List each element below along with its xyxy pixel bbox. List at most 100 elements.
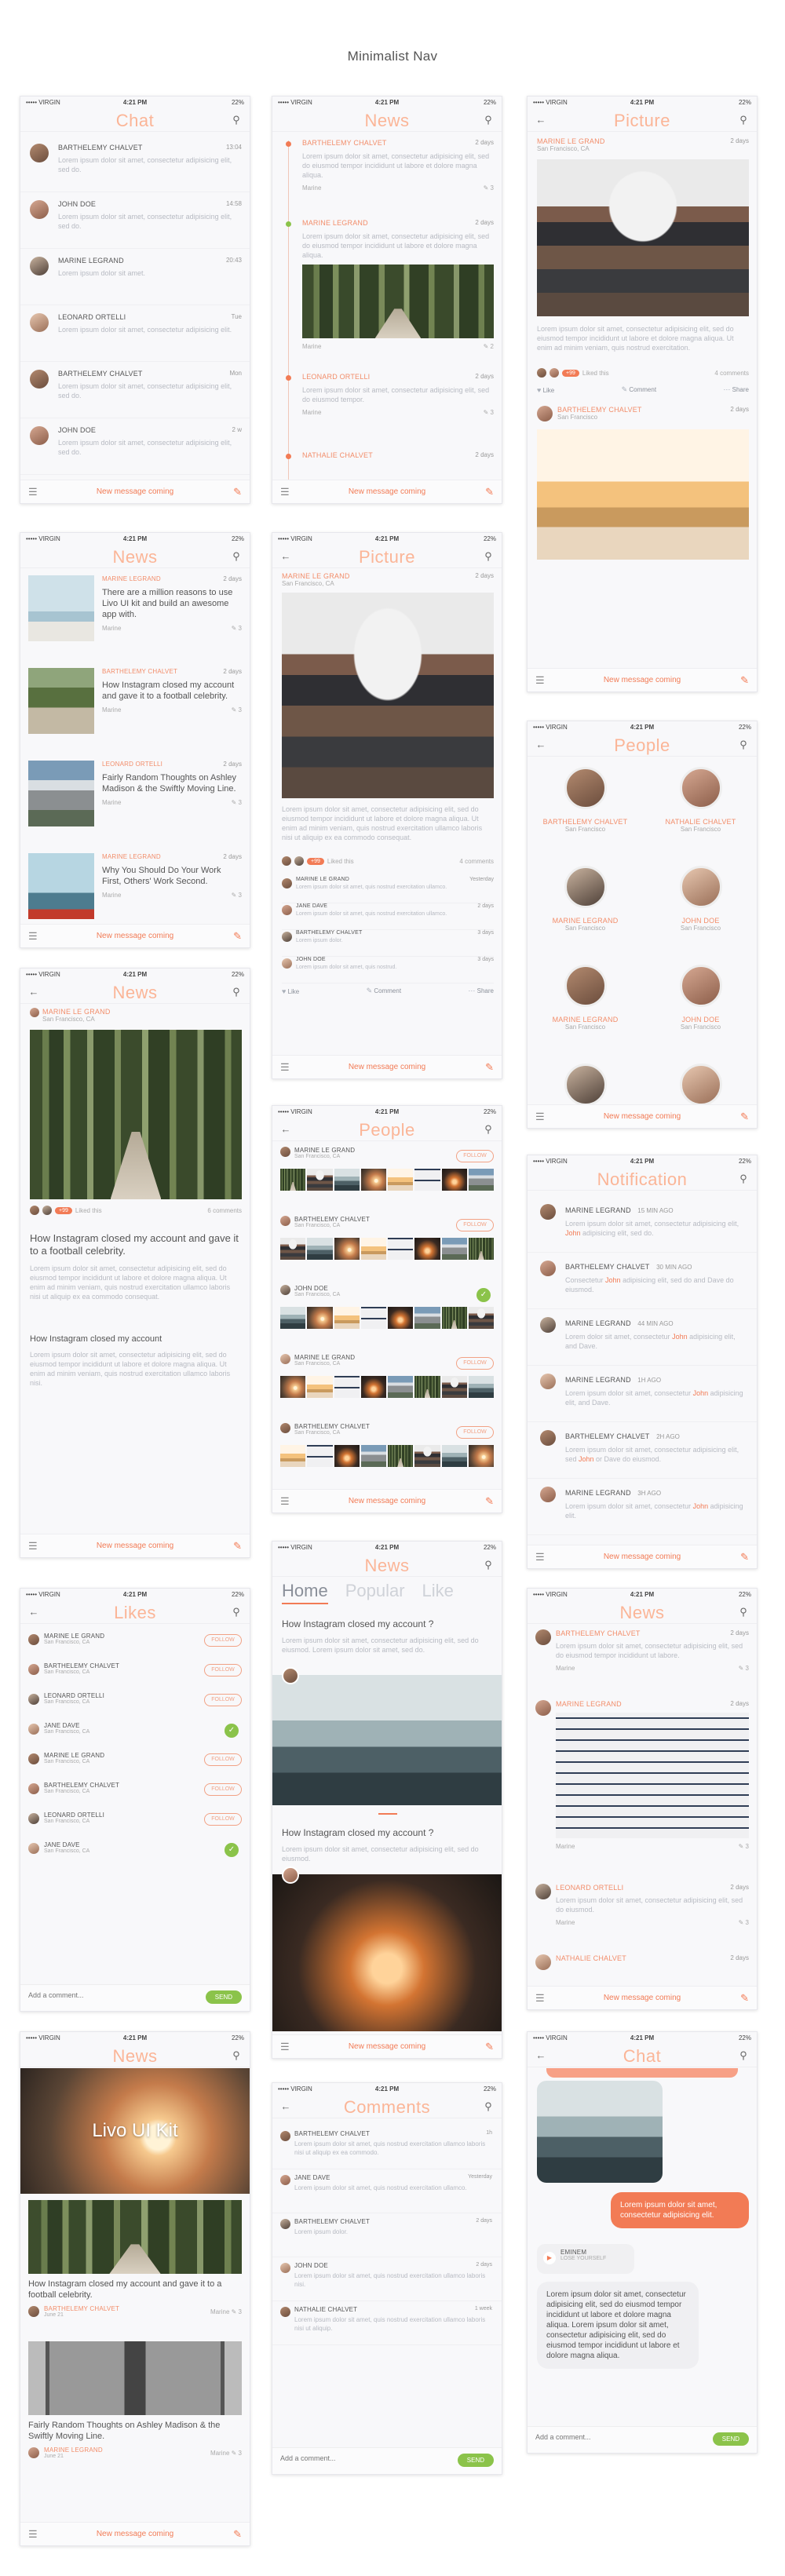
- notification-row[interactable]: MARINE LEGRAND 44 MIN AGO Lorem dolor si…: [528, 1309, 757, 1366]
- photo-thumb[interactable]: [441, 1169, 467, 1191]
- notification-row[interactable]: BARTHELEMY CHALVET 2H AGO Lorem ipsum do…: [528, 1422, 757, 1479]
- photo-thumb[interactable]: [414, 1238, 440, 1260]
- person-card[interactable]: MARINE LEGRAND San Francisco: [528, 965, 643, 1031]
- photo-thumb[interactable]: [441, 1238, 467, 1260]
- mention-highlight[interactable]: John: [693, 1389, 709, 1397]
- news-headline[interactable]: Fairly Random Thoughts on Ashley Madison…: [102, 772, 242, 794]
- photo-thumb[interactable]: [280, 1307, 306, 1329]
- tab-like[interactable]: Like: [422, 1581, 454, 1604]
- send-button[interactable]: SEND: [712, 2432, 749, 2446]
- photo-thumb[interactable]: [334, 1307, 360, 1329]
- search-icon[interactable]: ⚲: [737, 1606, 750, 1618]
- post-image[interactable]: [537, 429, 749, 560]
- photo-thumb[interactable]: [441, 1445, 467, 1467]
- news-card[interactable]: How Instagram closed my account and gave…: [28, 2200, 242, 2318]
- compose-icon[interactable]: ✎: [740, 1551, 749, 1563]
- search-icon[interactable]: ⚲: [482, 1559, 495, 1571]
- follow-button[interactable]: FOLLOW: [456, 1426, 494, 1439]
- comment-input[interactable]: [280, 2454, 437, 2462]
- chat-row[interactable]: JOHN DOE 14:58 Lorem ipsum dolor sit ame…: [20, 192, 250, 249]
- chat-row[interactable]: LEONARD ORTELLI Tue Lorem ipsum dolor si…: [20, 305, 250, 362]
- audio-attachment[interactable]: ▶ EMINEM LOSE YOURSELF: [537, 2244, 634, 2274]
- search-icon[interactable]: ⚲: [737, 1173, 750, 1185]
- photo-thumb[interactable]: [307, 1238, 333, 1260]
- person-card[interactable]: JOHN DOE San Francisco: [643, 965, 757, 1031]
- comment-row[interactable]: JOHN DOE 2 days Lorem ipsum dolor sit am…: [272, 2257, 502, 2301]
- chat-row[interactable]: BARTHELEMY CHALVET Mon Lorem ipsum dolor…: [20, 362, 250, 418]
- search-icon[interactable]: ⚲: [737, 739, 750, 751]
- following-check-icon[interactable]: ✓: [476, 1288, 491, 1302]
- photo-thumb[interactable]: [388, 1307, 414, 1329]
- mention-highlight[interactable]: John: [579, 1455, 594, 1463]
- news-card[interactable]: LEONARD ORTELLI 2 days Fairly Random Tho…: [28, 761, 242, 847]
- chat-row[interactable]: BARTHELEMY CHALVET 13:04 Lorem ipsum dol…: [20, 136, 250, 192]
- photo-thumb[interactable]: [388, 1169, 414, 1191]
- news-card[interactable]: Fairly Random Thoughts on Ashley Madison…: [28, 2341, 242, 2459]
- news-item[interactable]: LEONARD ORTELLI 2 days Lorem ipsum dolor…: [535, 1884, 749, 1926]
- new-message-link[interactable]: New message coming: [528, 1994, 757, 2002]
- person-card[interactable]: MARINE LEGRAND San Francisco: [528, 866, 643, 932]
- article-image[interactable]: [30, 1030, 242, 1199]
- photo-thumb[interactable]: [360, 1169, 386, 1191]
- new-message-link[interactable]: New message coming: [20, 2530, 250, 2538]
- photo-thumb[interactable]: [468, 1445, 494, 1467]
- person-card[interactable]: JOHN DOE San Francisco: [643, 866, 757, 932]
- photo-thumb[interactable]: [468, 1376, 494, 1398]
- mention-highlight[interactable]: John: [693, 1502, 709, 1510]
- author-name[interactable]: BARTHELEMY CHALVET: [557, 406, 749, 414]
- photo-thumb[interactable]: [414, 1307, 440, 1329]
- photo-thumb[interactable]: [468, 1238, 494, 1260]
- notification-row[interactable]: MARINE LEGRAND 3H AGO Lorem ipsum dolor …: [528, 1479, 757, 1535]
- compose-icon[interactable]: ✎: [485, 2041, 494, 2053]
- follow-button[interactable]: FOLLOW: [456, 1150, 494, 1162]
- photo-thumb[interactable]: [388, 1238, 414, 1260]
- person-card[interactable]: [643, 1064, 757, 1104]
- like-button[interactable]: ♥ Like: [282, 987, 299, 995]
- photo-thumb[interactable]: [334, 1376, 360, 1398]
- author-name[interactable]: MARINE LE GRAND: [282, 572, 494, 580]
- comment-row[interactable]: JANE DAVE Yesterday Lorem ipsum dolor si…: [272, 2169, 502, 2213]
- search-icon[interactable]: ⚲: [482, 2100, 495, 2113]
- new-message-link[interactable]: New message coming: [20, 487, 250, 496]
- comment-row[interactable]: BARTHELEMY CHALVET 2 days Lorem ipsum do…: [272, 2213, 502, 2257]
- new-message-link[interactable]: New message coming: [528, 1112, 757, 1121]
- photo-thumb[interactable]: [307, 1307, 333, 1329]
- comment-button[interactable]: ✎ Comment: [622, 385, 656, 394]
- news-image[interactable]: [272, 1675, 502, 1805]
- compose-icon[interactable]: ✎: [233, 486, 242, 498]
- news-headline[interactable]: How Instagram closed my account and gave…: [102, 680, 242, 702]
- search-icon[interactable]: ⚲: [482, 114, 495, 126]
- mention-highlight[interactable]: John: [565, 1229, 581, 1237]
- photo-thumb[interactable]: [360, 1376, 386, 1398]
- person-card[interactable]: [528, 1064, 643, 1104]
- notification-row[interactable]: BARTHELEMY CHALVET 30 MIN AGO Consectetu…: [528, 1253, 757, 1309]
- comment-button[interactable]: ✎ Comment: [367, 987, 401, 995]
- compose-icon[interactable]: ✎: [485, 1495, 494, 1508]
- search-icon[interactable]: ⚲: [737, 2049, 750, 2062]
- photo-thumb[interactable]: [307, 1169, 333, 1191]
- photo-thumb[interactable]: [280, 1238, 306, 1260]
- tab-home[interactable]: Home: [282, 1581, 328, 1604]
- share-button[interactable]: ⋯ Share: [468, 987, 494, 995]
- photo-thumb[interactable]: [280, 1169, 306, 1191]
- photo-thumb[interactable]: [334, 1169, 360, 1191]
- new-message-link[interactable]: New message coming: [272, 1063, 502, 1071]
- news-item[interactable]: MARINE LEGRAND 2 days Marine ✎ 3: [535, 1700, 749, 1850]
- photo-thumb[interactable]: [468, 1169, 494, 1191]
- comment-row[interactable]: BARTHELEMY CHALVET 3 days Lorem ipsum do…: [282, 930, 494, 957]
- photo-thumb[interactable]: [468, 1307, 494, 1329]
- news-headline[interactable]: How Instagram closed my account and gave…: [28, 2279, 242, 2301]
- news-item[interactable]: NATHALIE CHALVET 2 days: [535, 1954, 749, 1970]
- post-image[interactable]: [537, 159, 749, 316]
- search-icon[interactable]: ⚲: [482, 550, 495, 563]
- photo-thumb[interactable]: [360, 1238, 386, 1260]
- follow-button[interactable]: FOLLOW: [204, 1664, 242, 1677]
- photo-thumb[interactable]: [307, 1445, 333, 1467]
- like-button[interactable]: ♥ Like: [537, 386, 554, 394]
- follow-button[interactable]: FOLLOW: [456, 1219, 494, 1231]
- news-headline[interactable]: Why You Should Do Your Work First, Other…: [102, 865, 242, 887]
- person-card[interactable]: BARTHELEMY CHALVET San Francisco: [528, 767, 643, 833]
- compose-icon[interactable]: ✎: [740, 1111, 749, 1123]
- photo-thumb[interactable]: [414, 1445, 440, 1467]
- notification-row[interactable]: MARINE LEGRAND 1H AGO Lorem ipsum dolor …: [528, 1366, 757, 1422]
